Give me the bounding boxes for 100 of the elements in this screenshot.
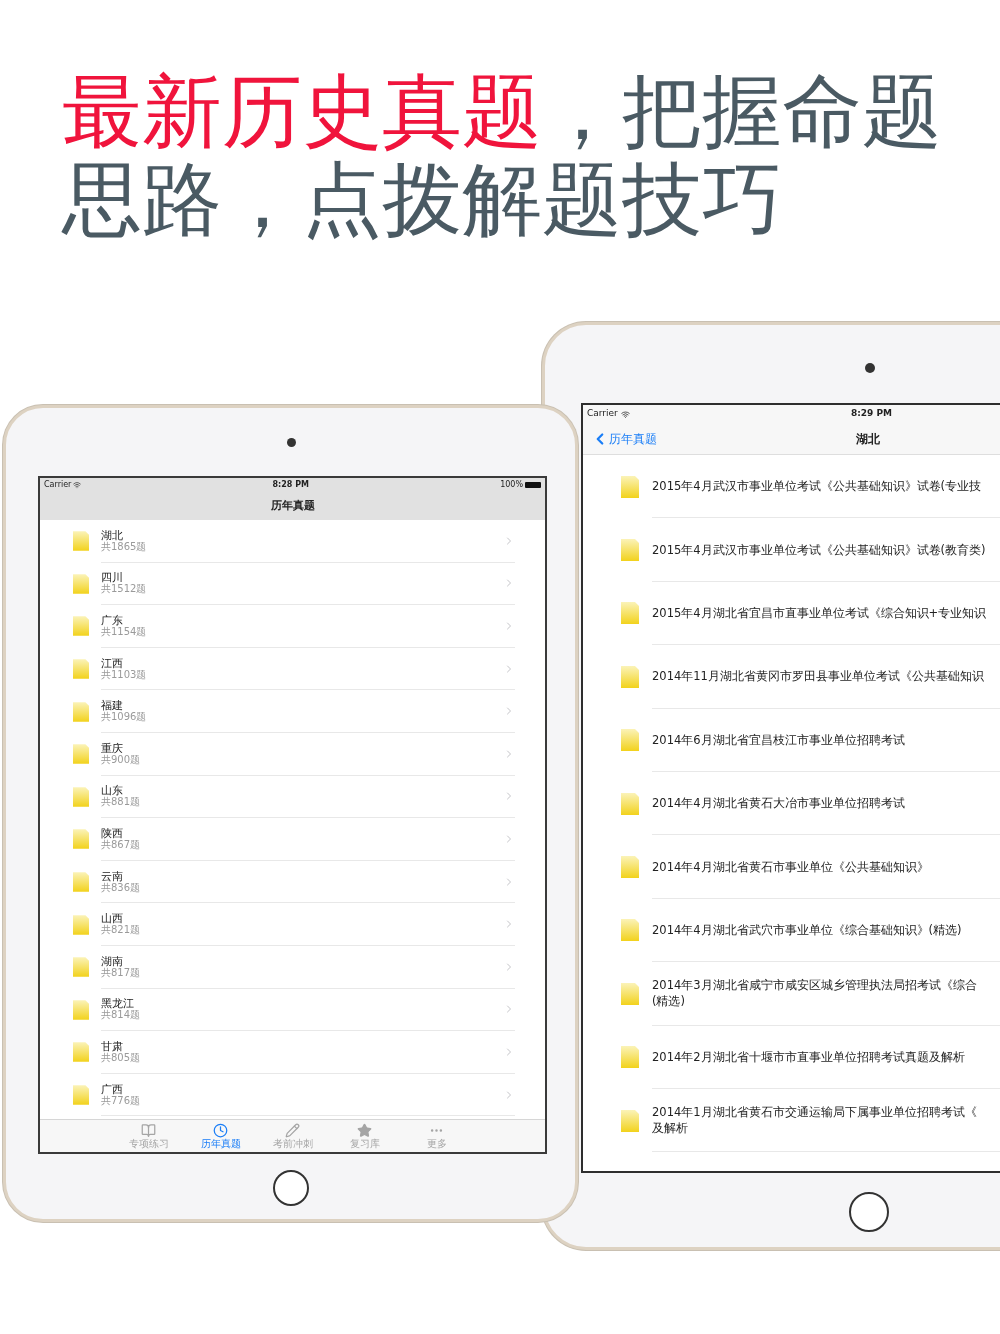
exam-title: 2014年6月湖北省宜昌枝江市事业单位招聘考试 [652,731,905,748]
exam-title: 2015年4月武汉市事业单位考试《公共基础知识》试卷(教育类) [652,541,986,558]
province-name: 云南 [101,870,124,882]
exam-title: 2014年11月湖北省黄冈市罗田县事业单位考试《公共基础知识 [652,668,984,685]
province-row[interactable]: 福建 共1096题 [40,690,545,733]
clock-time: 8:29 PM [851,407,893,421]
document-icon [73,531,89,552]
question-count: 共900题 [101,754,142,765]
document-icon [621,475,639,498]
document-icon [73,914,89,935]
clock-icon [213,1123,228,1138]
province-name: 四川 [101,572,123,584]
exam-row[interactable]: 2014年2月湖北省十堰市市直事业单位招聘考试真题及解析 [583,1025,1000,1089]
exam-title: 2014年1月湖北省黄石市交通运输局下属事业单位招聘考试《 [652,1104,977,1121]
home-button[interactable] [273,1170,309,1206]
province-name: 福建 [101,700,123,712]
province-row[interactable]: 甘肃 共805题 [40,1031,545,1074]
question-count: 共1865题 [101,541,148,552]
exam-title: 2014年4月湖北省黄石市事业单位《公共基础知识》 [652,858,929,875]
document-icon [73,1042,89,1063]
document-icon [621,856,639,879]
province-name: 重庆 [101,742,124,754]
question-count: 共1103题 [101,669,148,680]
pencil-icon [285,1123,300,1138]
document-icon [621,602,639,625]
exam-title: 2015年4月湖北省宜昌市直事业单位考试《综合知识+专业知识 [652,604,987,621]
carrier-label: Carrier [587,407,618,421]
headline: 最新历史真题，把握命题 [62,68,942,156]
document-icon [621,919,639,942]
province-name: 湖北 [101,529,124,541]
clock-time: 8:28 PM [272,479,309,491]
question-count: 共817题 [101,967,142,978]
document-icon [73,999,89,1020]
question-count: 共1512题 [101,584,148,595]
exam-row[interactable]: 2014年6月湖北省宜昌枝江市事业单位招聘考试 [583,708,1000,772]
document-icon [73,1085,89,1105]
document-icon [621,729,639,752]
province-name: 黑龙江 [101,998,134,1010]
tab[interactable]: 历年真题 [184,1120,257,1152]
province-row[interactable]: 云南 共836题 [40,860,545,904]
exam-title: 2014年4月湖北省黄石大冶市事业单位招聘考试 [652,795,905,812]
exam-title: 2014年3月湖北省咸宁市咸安区城乡管理执法局招考试《综合 [652,977,977,994]
province-row[interactable]: 重庆 共900题 [40,732,545,776]
question-count: 共1096题 [101,712,148,723]
province-row[interactable]: 广西 共776题 [40,1073,545,1117]
exam-title: 2014年2月湖北省十堰市市直事业单位招聘考试真题及解析 [652,1048,965,1065]
wifi-icon [620,409,630,419]
province-row[interactable]: 黑龙江 共814题 [40,988,545,1032]
exam-row[interactable]: 2014年11月湖北省黄冈市罗田县事业单位考试《公共基础知识 [583,645,1000,709]
exam-row[interactable]: 2015年4月武汉市事业单位考试《公共基础知识》试卷(专业技 [583,455,1000,519]
question-count: 共1154题 [101,627,148,637]
question-count: 共776题 [101,1095,142,1106]
document-icon [621,792,639,815]
province-row[interactable]: 四川 共1512题 [40,562,545,606]
question-count: 共821题 [101,925,142,936]
carrier-label: Carrier [44,479,72,491]
exam-row[interactable]: 2014年3月湖北省咸宁市咸安区城乡管理执法局招考试《综合 (精选) [583,962,1000,1026]
document-icon [621,539,639,562]
star-icon [357,1123,372,1138]
document-icon [621,1046,639,1069]
question-count: 共867题 [101,839,142,850]
exam-title: 2014年4月湖北省武穴市事业单位《综合基础知识》(精选) [652,921,962,938]
province-row[interactable]: 湖北 共1865题 [40,520,545,563]
document-icon [621,982,639,1005]
province-row[interactable]: 广东 共1154题 [40,605,545,648]
back-button[interactable]: 历年真题 [591,429,657,448]
question-count: 共814题 [101,1010,142,1021]
document-icon [73,573,89,594]
province-name: 湖南 [101,955,124,967]
province-row[interactable]: 湖南 共817题 [40,945,545,989]
exam-row[interactable]: 2014年4月湖北省武穴市事业单位《综合基础知识》(精选) [583,898,1000,963]
province-row[interactable]: 陕西 共867题 [40,818,545,861]
document-icon [621,665,639,688]
document-icon [73,659,89,680]
province-row[interactable]: 江西 共1103题 [40,647,545,691]
document-icon [621,1109,639,1132]
exam-title: (精选) [652,993,686,1010]
document-icon [73,957,89,978]
province-name: 陕西 [101,827,124,839]
home-button[interactable] [849,1192,889,1232]
wifi-icon [73,481,82,489]
document-icon [73,786,89,807]
province-name: 山东 [101,785,123,797]
document-icon [73,829,89,850]
exam-row[interactable]: 2015年4月武汉市事业单位考试《公共基础知识》试卷(教育类) [583,518,1000,582]
battery-percentage: 100% [500,479,523,491]
province-name: 广东 [101,615,124,626]
question-count: 共881题 [101,797,142,808]
exam-row[interactable]: 2014年4月湖北省黄石大冶市事业单位招聘考试 [583,771,1000,836]
province-name: 甘肃 [101,1040,124,1052]
province-name: 广西 [101,1083,124,1095]
document-icon [73,872,89,893]
exam-row[interactable]: 2014年1月湖北省黄石市交通运输局下属事业单位招聘考试《 及解析 [583,1088,1000,1153]
headline: 思路，点拨解题技巧 [62,156,783,244]
exam-row[interactable]: 2014年4月湖北省黄石市事业单位《公共基础知识》 [583,835,1000,899]
province-row[interactable]: 山东 共881题 [40,775,545,819]
document-icon [73,701,89,722]
battery-icon [525,482,541,488]
province-row[interactable]: 山西 共821题 [40,903,545,946]
exam-row[interactable]: 2015年4月湖北省宜昌市直事业单位考试《综合知识+专业知识 [583,581,1000,646]
